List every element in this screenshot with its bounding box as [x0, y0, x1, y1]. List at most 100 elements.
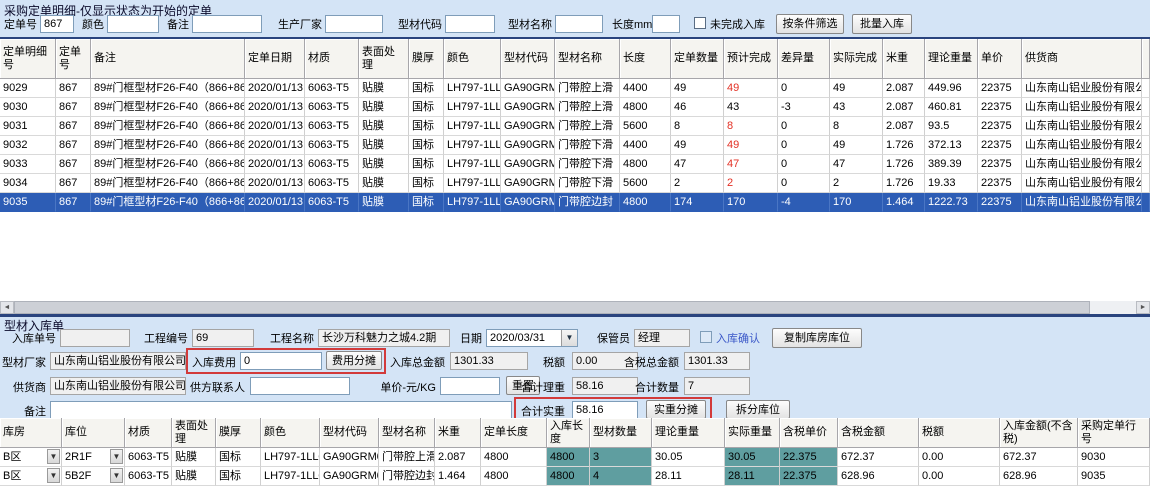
column-header[interactable]: 表面处理: [359, 39, 409, 79]
table-cell[interactable]: 国标: [216, 448, 261, 467]
table-cell[interactable]: 6063-T5: [305, 98, 359, 117]
color-filter-input[interactable]: [107, 15, 159, 33]
table-cell[interactable]: 89#门框型材F26-F40（866+867）: [91, 117, 245, 136]
unfinished-checkbox[interactable]: [694, 17, 706, 29]
table-cell[interactable]: 9032: [0, 136, 56, 155]
table-cell[interactable]: 国标: [409, 193, 444, 212]
column-header[interactable]: 材质: [305, 39, 359, 79]
table-cell[interactable]: 170: [830, 193, 883, 212]
table-cell[interactable]: 2.087: [435, 448, 481, 467]
column-header[interactable]: 入库长度: [547, 418, 590, 448]
table-cell[interactable]: 9033: [0, 155, 56, 174]
table-cell[interactable]: 49: [830, 136, 883, 155]
table-cell[interactable]: 山东南山铝业股份有限公司: [1022, 79, 1142, 98]
table-cell[interactable]: [1142, 79, 1150, 98]
column-header[interactable]: 颜色: [261, 418, 320, 448]
scrollbar-thumb[interactable]: [14, 301, 1090, 314]
table-cell[interactable]: 46: [671, 98, 724, 117]
table-cell[interactable]: 1.726: [883, 155, 925, 174]
table-cell[interactable]: 89#门框型材F26-F40（866+867）: [91, 98, 245, 117]
table-cell[interactable]: 49: [671, 136, 724, 155]
table-cell[interactable]: 89#门框型材F26-F40（866+867）: [91, 136, 245, 155]
column-header[interactable]: 实际完成: [830, 39, 883, 79]
table-cell[interactable]: 2.087: [883, 98, 925, 117]
scroll-right-arrow-icon[interactable]: ►: [1136, 301, 1150, 314]
table-cell[interactable]: 2: [830, 174, 883, 193]
table-cell[interactable]: 867: [56, 98, 91, 117]
column-header[interactable]: 含税单价: [780, 418, 838, 448]
column-header[interactable]: 米重: [883, 39, 925, 79]
table-cell[interactable]: 国标: [409, 79, 444, 98]
table-cell[interactable]: 867: [56, 117, 91, 136]
table-cell[interactable]: 30.05: [652, 448, 725, 467]
table-cell[interactable]: 0: [778, 155, 830, 174]
table-cell[interactable]: 9035: [0, 193, 56, 212]
table-cell[interactable]: B区▼: [0, 467, 62, 486]
table-cell[interactable]: 山东南山铝业股份有限公司: [1022, 193, 1142, 212]
column-header[interactable]: 单价: [978, 39, 1022, 79]
table-cell[interactable]: B区▼: [0, 448, 62, 467]
table-cell[interactable]: 6063-T5: [305, 79, 359, 98]
supplier-field[interactable]: 山东南山铝业股份有限公司: [50, 377, 186, 395]
table-cell[interactable]: 672.37: [838, 448, 919, 467]
table-cell[interactable]: 国标: [409, 136, 444, 155]
table-cell[interactable]: 628.96: [1000, 467, 1078, 486]
table-cell[interactable]: 1.726: [883, 174, 925, 193]
theory-weight-field[interactable]: 58.16: [572, 377, 638, 395]
table-cell[interactable]: 22375: [978, 193, 1022, 212]
column-header[interactable]: 定单明细号: [0, 39, 56, 79]
inbound-confirm-checkbox[interactable]: [700, 331, 712, 343]
unit-price-input[interactable]: [440, 377, 500, 395]
table-cell[interactable]: LH797-1LL0: [261, 467, 320, 486]
table-cell[interactable]: 6063-T5: [305, 117, 359, 136]
table-cell[interactable]: 170: [724, 193, 778, 212]
table-cell[interactable]: 672.37: [1000, 448, 1078, 467]
column-header[interactable]: 长度: [620, 39, 671, 79]
table-cell[interactable]: 867: [56, 174, 91, 193]
column-header[interactable]: 型材名称: [555, 39, 620, 79]
chevron-down-icon[interactable]: ▼: [47, 468, 60, 483]
fee-allocate-button[interactable]: 费用分摊: [326, 351, 382, 370]
column-header[interactable]: 米重: [435, 418, 481, 448]
table-cell[interactable]: 山东南山铝业股份有限公司: [1022, 98, 1142, 117]
column-header[interactable]: 预计完成: [724, 39, 778, 79]
table-cell[interactable]: 山东南山铝业股份有限公司: [1022, 136, 1142, 155]
column-header[interactable]: 材质: [125, 418, 172, 448]
table-cell[interactable]: 门带腔下滑: [555, 136, 620, 155]
table-cell[interactable]: 460.81: [925, 98, 978, 117]
table-cell[interactable]: LH797-1LL0: [444, 155, 501, 174]
table-cell[interactable]: 93.5: [925, 117, 978, 136]
table-cell[interactable]: 22.375: [780, 467, 838, 486]
column-header[interactable]: 采购定单行号: [1078, 418, 1150, 448]
table-cell[interactable]: 0: [778, 79, 830, 98]
table-cell[interactable]: LH797-1LL0: [444, 193, 501, 212]
table-cell[interactable]: [1142, 155, 1150, 174]
column-header[interactable]: 型材代码: [501, 39, 555, 79]
table-cell[interactable]: 山东南山铝业股份有限公司: [1022, 174, 1142, 193]
table-cell[interactable]: 89#门框型材F26-F40（866+867）: [91, 155, 245, 174]
column-header[interactable]: 定单日期: [245, 39, 305, 79]
table-cell[interactable]: 4400: [620, 136, 671, 155]
table-cell[interactable]: -3: [778, 98, 830, 117]
table-cell[interactable]: 2020/01/13: [245, 98, 305, 117]
table-cell[interactable]: 4800: [620, 98, 671, 117]
table-cell[interactable]: 4800: [547, 448, 590, 467]
table-cell[interactable]: 22375: [978, 79, 1022, 98]
table-cell[interactable]: GA90GRM04: [501, 136, 555, 155]
project-name-field[interactable]: 长沙万科魅力之城4.2期: [318, 329, 450, 347]
column-header[interactable]: 定单数量: [671, 39, 724, 79]
table-cell[interactable]: 8: [671, 117, 724, 136]
table-cell[interactable]: 国标: [409, 98, 444, 117]
table-cell[interactable]: 2: [671, 174, 724, 193]
table-cell[interactable]: GA90GRM03: [501, 98, 555, 117]
table-cell[interactable]: 1.464: [435, 467, 481, 486]
table-cell[interactable]: 2.087: [883, 79, 925, 98]
length-filter-input[interactable]: [652, 15, 680, 33]
table-cell[interactable]: 449.96: [925, 79, 978, 98]
remark-filter-input[interactable]: [192, 15, 262, 33]
table-cell[interactable]: 867: [56, 155, 91, 174]
table-cell[interactable]: 1.464: [883, 193, 925, 212]
table-cell[interactable]: [1142, 136, 1150, 155]
column-header[interactable]: 型材代码: [320, 418, 379, 448]
column-header[interactable]: 定单号: [56, 39, 91, 79]
